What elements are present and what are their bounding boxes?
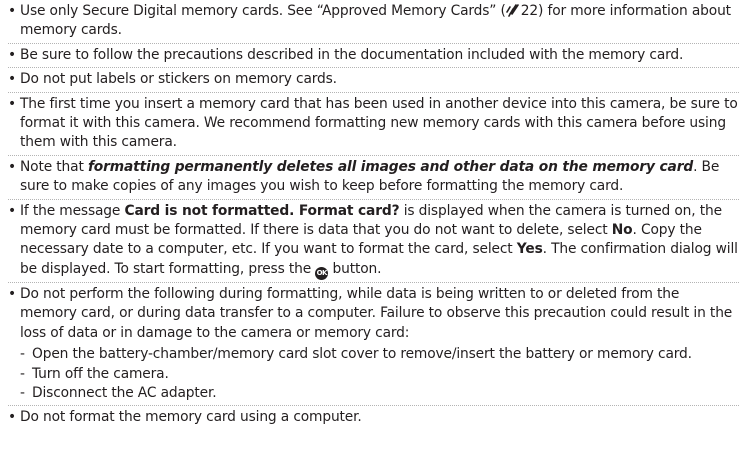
bullet-marker: •	[8, 409, 16, 426]
bullet-follow-precautions: • Be sure to follow the precautions desc…	[8, 42, 739, 67]
message-text: Card is not formatted. Format card?	[124, 202, 400, 219]
bullet-text: Note that	[20, 158, 88, 175]
bullet-text: If the message	[20, 202, 125, 219]
bullet-no-computer-format: • Do not format the memory card using a …	[8, 405, 739, 429]
bullet-not-formatted-message: • If the message Card is not formatted. …	[8, 198, 739, 282]
sub-item-text: Open the battery-chamber/memory card slo…	[32, 346, 692, 363]
sub-item-open-cover: - Open the battery-chamber/memory card sl…	[20, 345, 739, 364]
bullet-marker: •	[8, 3, 16, 19]
option-yes: Yes	[516, 241, 543, 258]
bullet-text: Do not put labels or stickers on memory …	[20, 71, 337, 88]
bullet-text: Do not format the memory card using a co…	[20, 409, 362, 426]
bullet-marker: •	[8, 202, 16, 219]
dash-marker: -	[20, 384, 25, 401]
bullet-text: Be sure to follow the precautions descri…	[20, 46, 684, 63]
bullet-approved-cards: • Use only Secure Digital memory cards. …	[8, 2, 739, 43]
bullet-do-not-perform: • Do not perform the following during fo…	[8, 281, 739, 405]
reference-page-icon	[505, 4, 519, 17]
bullet-no-labels: • Do not put labels or stickers on memor…	[8, 67, 739, 91]
bullet-formatting-deletes: • Note that formatting permanently delet…	[8, 154, 739, 199]
option-no: No	[611, 222, 633, 239]
sub-item-turn-off: - Turn off the camera.	[20, 365, 739, 384]
bullet-format-first-time: • The first time you insert a memory car…	[8, 91, 739, 155]
sub-item-text: Disconnect the AC adapter.	[32, 384, 217, 401]
dash-marker: -	[20, 346, 25, 363]
bullet-marker: •	[8, 158, 16, 175]
bullet-marker: •	[8, 71, 16, 88]
dash-marker: -	[20, 365, 25, 382]
sub-list: - Open the battery-chamber/memory card sl…	[20, 343, 739, 403]
sub-item-text: Turn off the camera.	[32, 365, 169, 382]
bullet-text: button.	[328, 260, 382, 277]
bullet-text: Do not perform the following during form…	[20, 285, 733, 341]
reference-page-number: 22	[520, 3, 539, 19]
emphasis-warning: formatting permanently deletes all image…	[87, 158, 694, 175]
bullet-marker: •	[8, 285, 16, 302]
bullet-text: The first time you insert a memory card …	[20, 95, 738, 151]
ok-button-icon: OK	[315, 266, 329, 280]
memory-card-precautions: • Use only Secure Digital memory cards. …	[0, 0, 745, 430]
sub-item-disconnect-adapter: - Disconnect the AC adapter.	[20, 384, 739, 403]
bullet-marker: •	[8, 95, 16, 112]
bullet-marker: •	[8, 46, 16, 63]
bullet-text: Use only Secure Digital memory cards. Se…	[20, 3, 506, 19]
